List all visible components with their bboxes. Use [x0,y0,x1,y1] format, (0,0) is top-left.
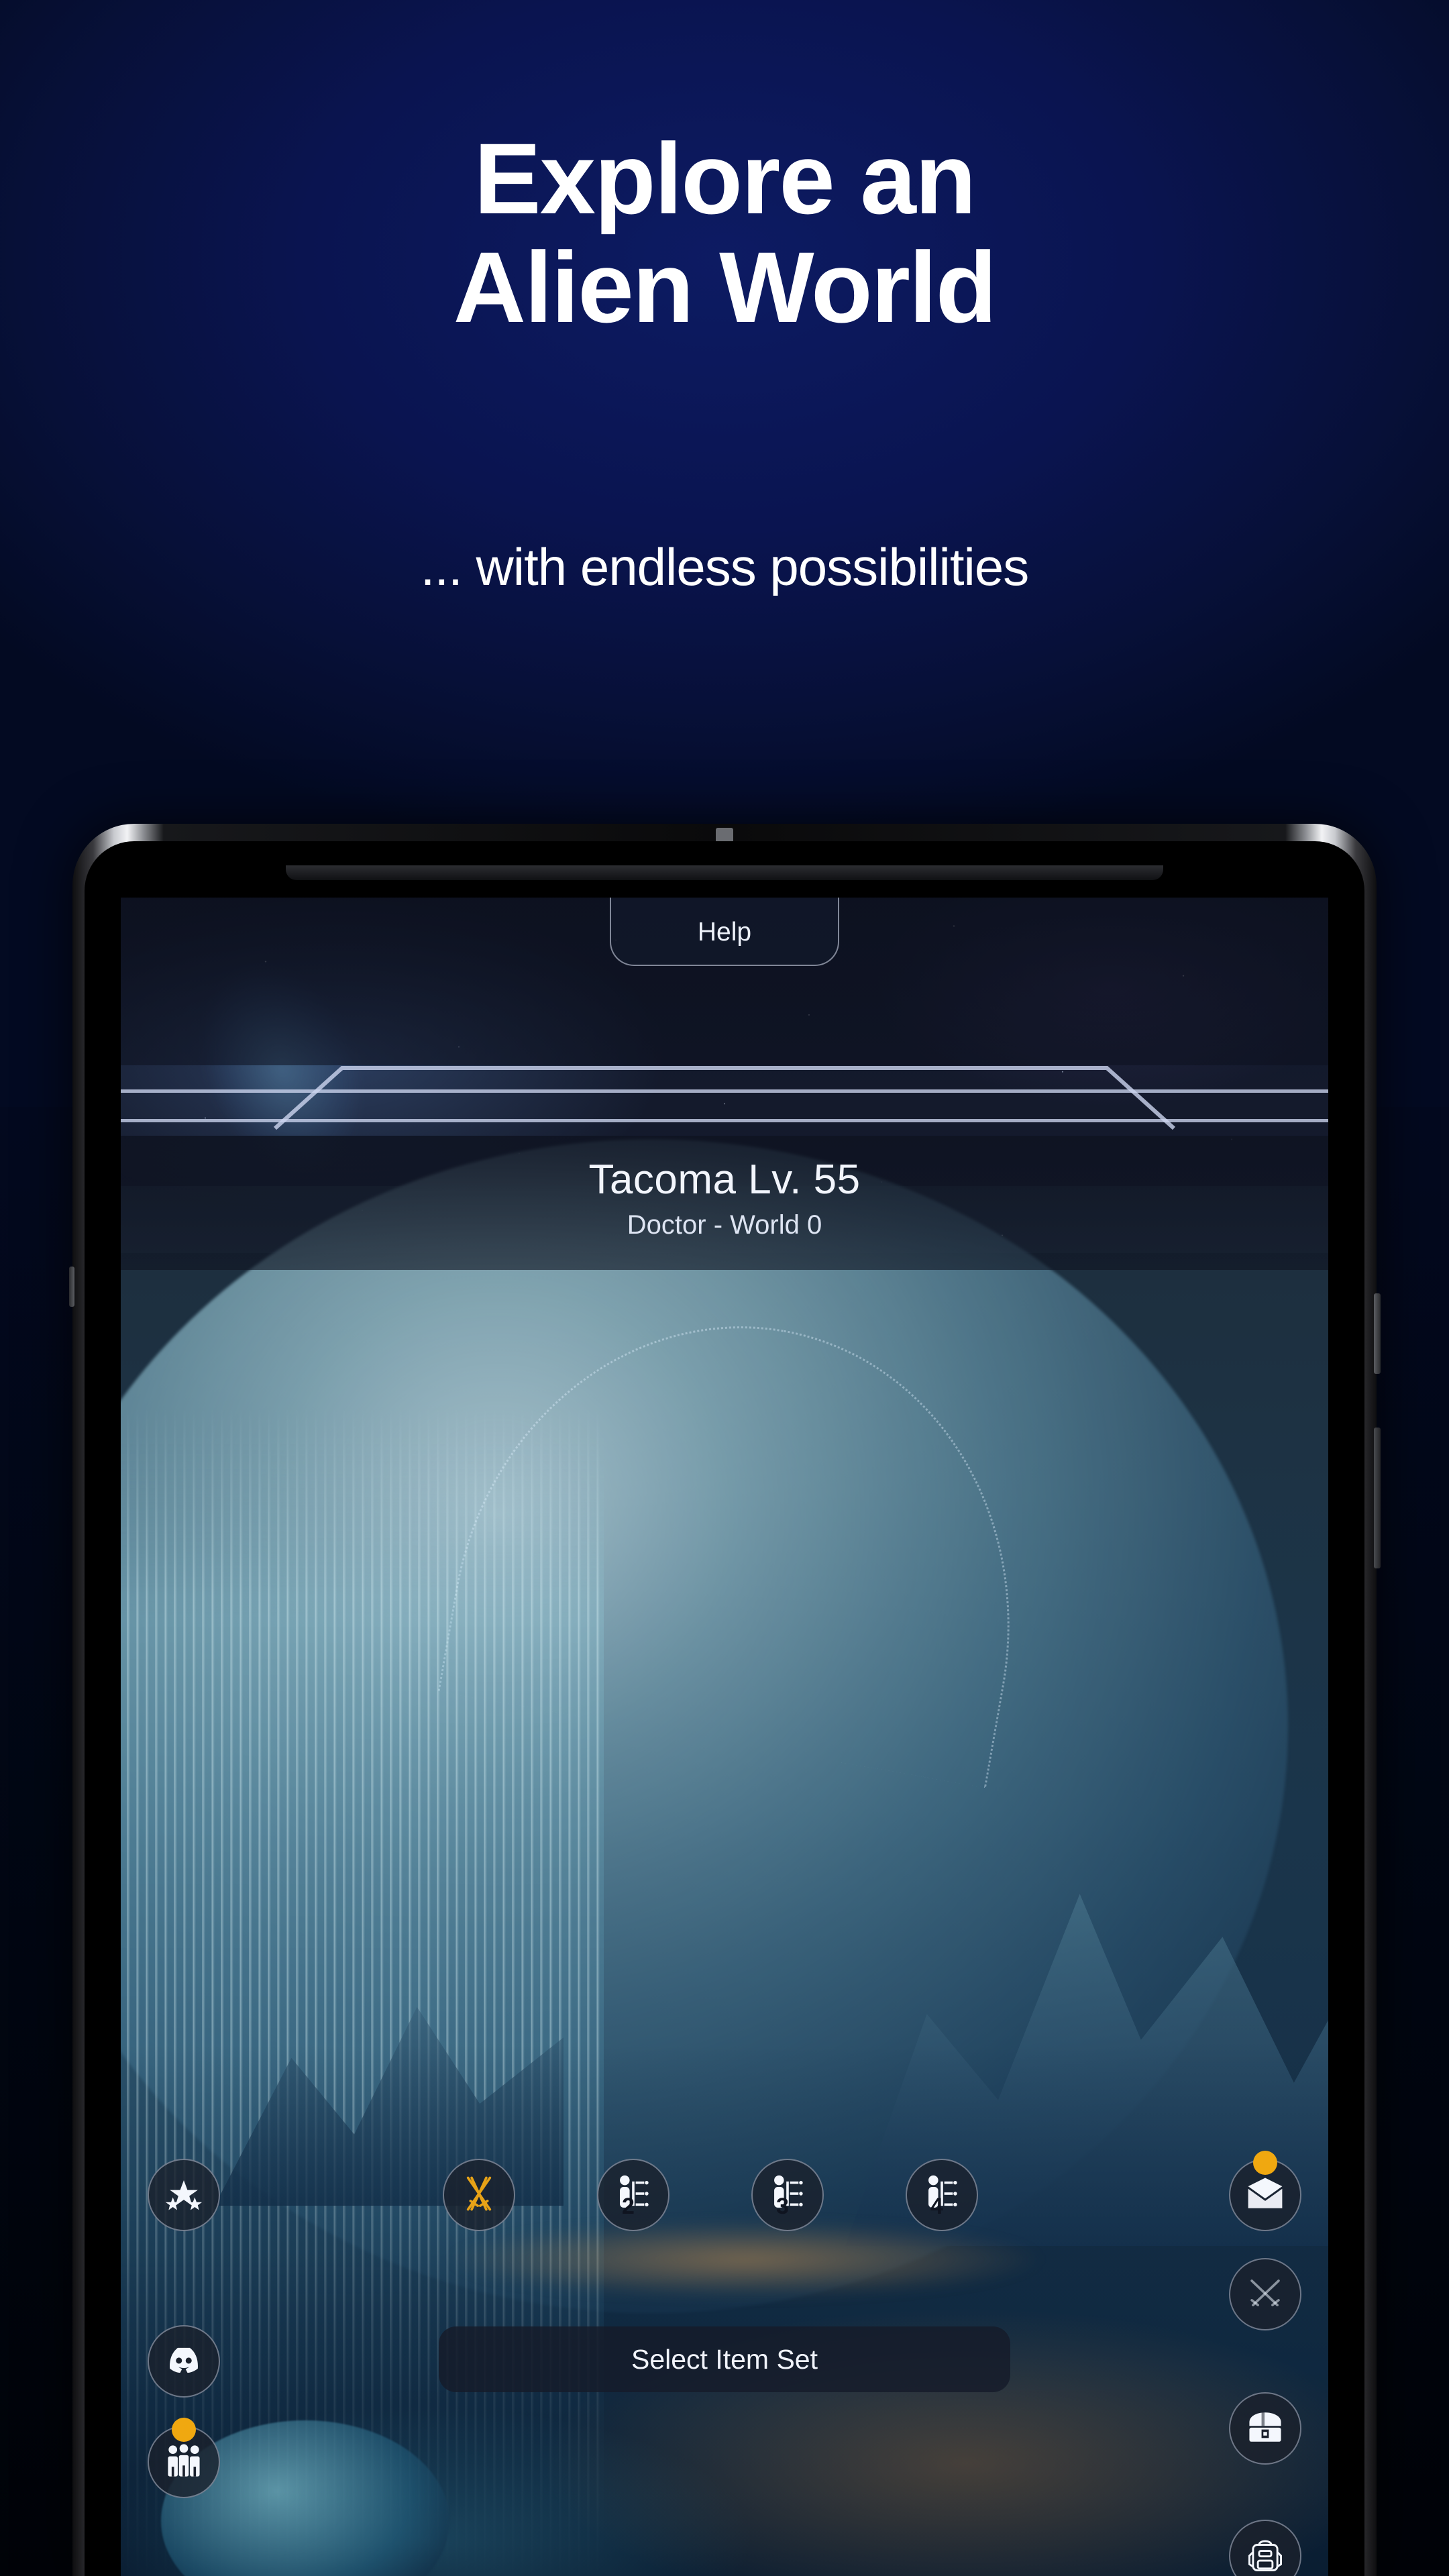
mail-button[interactable] [1229,2151,1301,2231]
page-title: Tacoma Lv. 55 [588,1157,861,1203]
promo-subheadline: ... with endless possibilities [420,537,1029,596]
friends-notification-dot [172,2418,196,2442]
inventory-button[interactable] [1229,2520,1301,2576]
help-button[interactable]: Help [610,898,839,966]
promo-headline: Explore an Alien World [0,124,1449,341]
party-slot-4-button[interactable]: 4 [906,2159,978,2231]
party-slot-number: 4 [930,2194,943,2219]
battle-button[interactable] [1229,2258,1301,2330]
friends-button[interactable] [148,2418,220,2498]
treasure-button[interactable] [1229,2392,1301,2465]
envelope-icon [1246,2174,1285,2216]
discord-button[interactable] [148,2325,220,2398]
side-button-left[interactable] [69,1267,74,1307]
party-slot-number: 2 [622,2194,635,2219]
select-item-set-button[interactable]: Select Item Set [439,2326,1010,2392]
power-button[interactable] [1374,1293,1381,1374]
hud-trapezoid [121,1064,1328,1130]
volume-button[interactable] [1374,1428,1381,1568]
page-subtitle: Doctor - World 0 [627,1210,822,1240]
group-of-people-icon [164,2441,203,2483]
mail-notification-dot [1253,2151,1277,2175]
headline-line-2: Alien World [453,231,998,343]
headline-line-1: Explore an [474,122,977,235]
phone-notch-lip [286,865,1163,880]
phone-mockup: Help Tacoma Lv. 55 Doctor - World 0 2 3 … [69,824,1381,2576]
backpack-icon [1246,2535,1285,2576]
party-slot-3-button[interactable]: 3 [751,2159,824,2231]
party-slot-number: 3 [776,2194,789,2219]
phone-screen: Help Tacoma Lv. 55 Doctor - World 0 2 3 … [121,898,1328,2576]
character-title-block: Tacoma Lv. 55 Doctor - World 0 [121,1136,1328,1270]
crossed-swords-icon [1246,2273,1285,2316]
discord-icon [164,2341,203,2383]
game-hud: Help Tacoma Lv. 55 Doctor - World 0 2 3 … [121,898,1328,2576]
treasure-chest-icon [1246,2408,1285,2450]
three-stars-icon [164,2174,203,2216]
party-slot-2-button[interactable]: 2 [597,2159,669,2231]
crossed-swords-gold-icon [460,2174,498,2216]
achievements-button[interactable] [148,2159,220,2231]
combat-button[interactable] [443,2159,515,2231]
